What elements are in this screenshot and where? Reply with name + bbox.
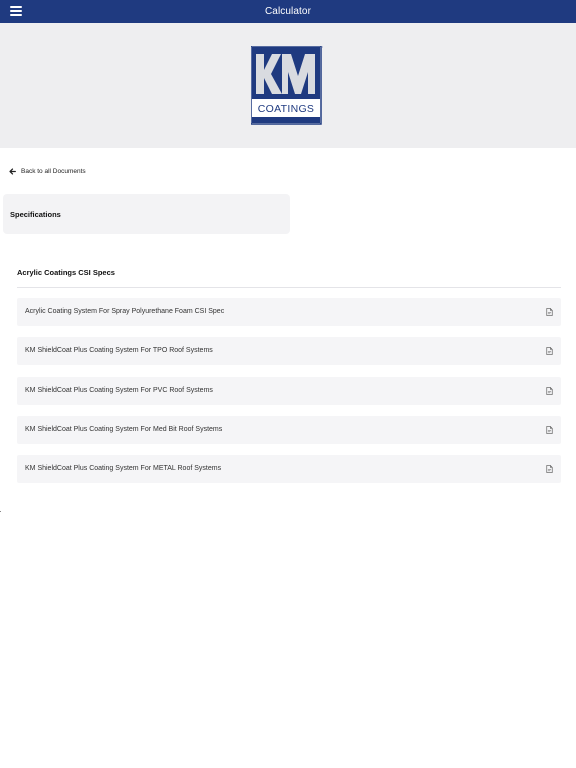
arrow-left-icon (9, 167, 16, 175)
top-app-bar: Calculator (0, 0, 576, 23)
specifications-card[interactable]: Specifications (3, 194, 290, 234)
document-title: KM ShieldCoat Plus Coating System For Me… (25, 425, 223, 433)
km-coatings-logo: COATINGS ™ (251, 46, 323, 125)
document-list: Acrylic Coating System For Spray Polyure… (17, 298, 561, 494)
pdf-file-icon[interactable] (546, 386, 553, 395)
document-title: KM ShieldCoat Plus Coating System For ME… (25, 465, 222, 473)
pdf-file-icon[interactable] (546, 308, 553, 316)
pdf-file-icon[interactable] (546, 426, 553, 434)
app-title: Calculator (264, 6, 312, 17)
svg-text:COATINGS: COATINGS (258, 103, 314, 115)
pdf-file-icon[interactable] (546, 347, 553, 356)
document-item[interactable]: KM ShieldCoat Plus Coating System For TP… (17, 337, 561, 366)
back-to-documents-link[interactable]: Back to all Documents (9, 166, 86, 176)
back-link-label: Back to all Documents (21, 167, 86, 175)
section-title: Acrylic Coatings CSI Specs (17, 268, 115, 277)
pdf-file-icon[interactable] (546, 465, 553, 474)
document-title: Acrylic Coating System For Spray Polyure… (25, 308, 225, 315)
specifications-title: Specifications (10, 210, 61, 219)
svg-text:™: ™ (322, 46, 323, 50)
stray-mark (0, 511, 1, 512)
document-item[interactable]: KM ShieldCoat Plus Coating System For Me… (17, 415, 561, 444)
hamburger-menu-icon[interactable] (10, 6, 22, 16)
section-divider (17, 287, 561, 288)
document-item[interactable]: KM ShieldCoat Plus Coating System For ME… (17, 455, 561, 484)
logo-banner: COATINGS ™ (0, 23, 576, 148)
document-item[interactable]: Acrylic Coating System For Spray Polyure… (17, 298, 561, 326)
document-title: KM ShieldCoat Plus Coating System For TP… (25, 347, 213, 355)
document-item[interactable]: KM ShieldCoat Plus Coating System For PV… (17, 376, 561, 405)
document-title: KM ShieldCoat Plus Coating System For PV… (25, 386, 213, 394)
